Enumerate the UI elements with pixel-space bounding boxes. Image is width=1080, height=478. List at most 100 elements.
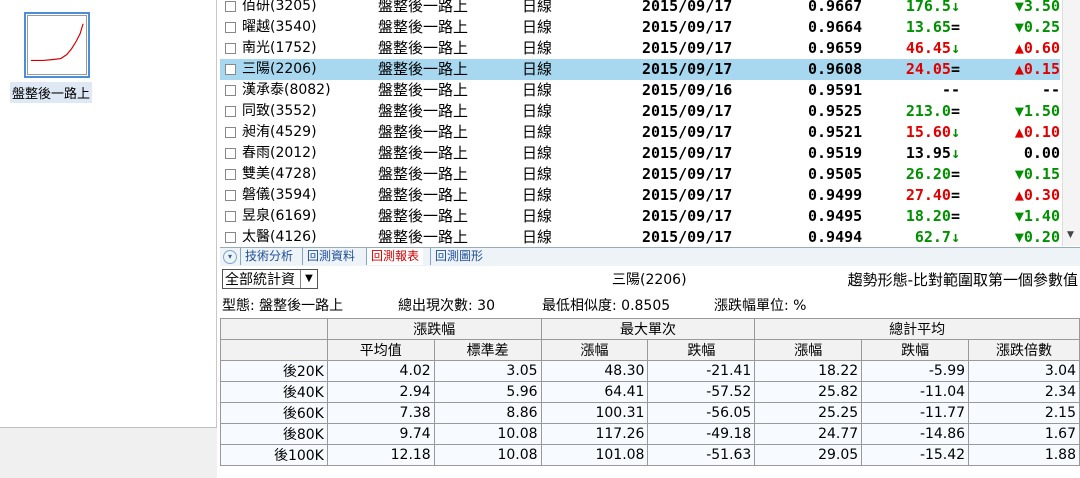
stock-row[interactable]: 雙美(4728) 盤整後一路上 日線 2015/09/17 0.9505 26.20= ▼0…: [220, 164, 1060, 185]
stock-row[interactable]: 漢承泰(8082) 盤整後一路上 日線 2015/09/16 0.9591 -- --: [220, 80, 1060, 101]
row-checkbox[interactable]: [225, 232, 236, 243]
period: 日線: [522, 39, 553, 57]
table-cell: -14.86: [861, 423, 970, 445]
stock-row[interactable]: 三陽(2206) 盤整後一路上 日線 2015/09/17 0.9608 24.05= ▲0…: [220, 59, 1060, 80]
sub-header: 跌幅: [861, 339, 970, 361]
row-label: 後20K: [220, 360, 328, 382]
similarity: 0.9591: [808, 81, 863, 99]
period: 日線: [522, 165, 553, 183]
similarity: 0.9525: [808, 102, 863, 120]
period: 日線: [522, 18, 553, 36]
table-cell: -11.77: [861, 402, 970, 424]
row-checkbox[interactable]: [225, 148, 236, 159]
table-cell: -21.41: [647, 360, 756, 382]
table-row: 後40K 2.94 5.96 64.41 -57.52 25.82 -11.04 2.34: [220, 381, 1080, 403]
similarity: 0.9667: [808, 0, 863, 15]
row-checkbox[interactable]: [225, 169, 236, 180]
similarity: 0.9505: [808, 165, 863, 183]
tab-backtest-chart[interactable]: 回測圖形: [430, 248, 487, 265]
table-cell: 64.41: [540, 381, 649, 403]
change-value: 0.30: [1023, 186, 1060, 204]
table-cell: -57.52: [647, 381, 756, 403]
price: --: [942, 80, 960, 101]
sub-header: 漲跌倍數: [968, 339, 1080, 361]
table-row: 後20K 4.02 3.05 48.30 -21.41 18.22 -5.99 3.04: [220, 360, 1080, 382]
tab-backtest-report[interactable]: 回測報表: [366, 248, 424, 265]
similarity: 0.9519: [808, 144, 863, 162]
stock-name: 磐儀(3594): [242, 187, 317, 203]
table-cell: 18.22: [754, 360, 863, 382]
table-cell: 10.08: [433, 444, 542, 466]
row-checkbox[interactable]: [225, 106, 236, 117]
statistics-table: 漲跌幅 最大單次 總計平均 平均值 標準差 漲幅 跌幅 漲幅 跌幅 漲跌倍數 後…: [220, 318, 1080, 466]
similarity: 0.9499: [808, 186, 863, 204]
match-date: 2015/09/17: [642, 165, 733, 183]
stock-row[interactable]: 同致(3552) 盤整後一路上 日線 2015/09/17 0.9525 213.0= ▼1…: [220, 101, 1060, 122]
pattern-name-label[interactable]: 盤整後一路上: [10, 82, 93, 103]
period: 日線: [522, 81, 553, 99]
row-checkbox[interactable]: [225, 1, 236, 12]
stock-result-list[interactable]: 佰研(3205) 盤整後一路上 日線 2015/09/17 0.9667 176.5↓ ▼3…: [220, 0, 1060, 246]
pattern-name: 盤整後一路上: [378, 39, 469, 57]
tab-technical-analysis[interactable]: 技術分析: [240, 248, 297, 265]
list-scrollbar[interactable]: ▼: [1062, 0, 1080, 246]
stock-row[interactable]: 昶洧(4529) 盤整後一路上 日線 2015/09/17 0.9521 15.60↓ ▲0…: [220, 122, 1060, 143]
price-arrow-icon: =: [950, 60, 960, 78]
table-row: 後80K 9.74 10.08 117.26 -49.18 24.77 -14.86 1.67: [220, 423, 1080, 445]
row-checkbox[interactable]: [225, 43, 236, 54]
stock-row[interactable]: 磐儀(3594) 盤整後一路上 日線 2015/09/17 0.9499 27.40= ▲0…: [220, 185, 1060, 206]
match-date: 2015/09/17: [642, 39, 733, 57]
price: 62.7↓: [915, 227, 960, 246]
table-cell: 1.67: [968, 423, 1080, 445]
stock-row[interactable]: 昱泉(6169) 盤整後一路上 日線 2015/09/17 0.9495 18.20= ▼1…: [220, 206, 1060, 227]
row-checkbox[interactable]: [225, 190, 236, 201]
change-arrow-icon: ▼: [1014, 207, 1024, 225]
chevron-down-icon[interactable]: ▼: [300, 270, 317, 288]
row-label: 後100K: [220, 444, 328, 466]
stock-row[interactable]: 太醫(4126) 盤整後一路上 日線 2015/09/17 0.9494 62.7↓ ▼0.…: [220, 227, 1060, 246]
stock-row[interactable]: 春雨(2012) 盤整後一路上 日線 2015/09/17 0.9519 13.95↓ 0.…: [220, 143, 1060, 164]
price-arrow-icon: ↓: [950, 144, 960, 162]
match-date: 2015/09/17: [642, 144, 733, 162]
scroll-down-icon[interactable]: ▼: [1067, 230, 1074, 240]
stock-row[interactable]: 佰研(3205) 盤整後一路上 日線 2015/09/17 0.9667 176.5↓ ▼3…: [220, 0, 1060, 17]
price-arrow-icon: =: [950, 186, 960, 204]
stock-name: 佰研(3205): [242, 0, 317, 14]
price-change: ▼0.25: [1015, 17, 1060, 38]
tab-backtest-data[interactable]: 回測資料: [302, 248, 359, 265]
match-date: 2015/09/17: [642, 186, 733, 204]
collapse-icon[interactable]: ▾: [223, 250, 237, 264]
price-arrow-icon: ↓: [950, 0, 960, 15]
backtest-report: 全部統計資 ▼ 三陽(2206) 趨勢形態-比對範圍取第一個參數值 型態: 盤整…: [220, 266, 1080, 477]
row-label: 後40K: [220, 381, 328, 403]
table-cell: 3.05: [433, 360, 542, 382]
period: 日線: [522, 186, 553, 204]
row-checkbox[interactable]: [225, 64, 236, 75]
stock-name: 同致(3552): [242, 103, 317, 119]
price-arrow-icon: =: [950, 207, 960, 225]
row-checkbox[interactable]: [225, 127, 236, 138]
left-bottom-panel: [0, 427, 217, 478]
price: 213.0=: [906, 101, 960, 122]
table-cell: 8.86: [433, 402, 542, 424]
statistics-select[interactable]: 全部統計資 ▼: [222, 269, 318, 289]
price-value: 13.95: [905, 144, 951, 162]
table-cell: 2.34: [968, 381, 1080, 403]
pattern-info: 型態: 盤整後一路上: [222, 298, 344, 314]
price: 27.40=: [906, 185, 960, 206]
similarity: 0.9664: [808, 18, 863, 36]
row-checkbox[interactable]: [225, 22, 236, 33]
match-date: 2015/09/17: [642, 123, 733, 141]
stock-name: 太醫(4126): [242, 229, 317, 245]
stock-row[interactable]: 曜越(3540) 盤整後一路上 日線 2015/09/17 0.9664 13.65= ▼0…: [220, 17, 1060, 38]
price-change: ▼0.15: [1015, 164, 1060, 185]
row-checkbox[interactable]: [225, 85, 236, 96]
table-cell: -51.63: [647, 444, 756, 466]
tab-bar: ▾ 技術分析 回測資料 回測報表 回測圖形: [220, 247, 1080, 267]
stock-name: 南光(1752): [242, 40, 317, 56]
row-label: 後60K: [220, 402, 328, 424]
stock-row[interactable]: 南光(1752) 盤整後一路上 日線 2015/09/17 0.9659 46.45↓ ▲0…: [220, 38, 1060, 59]
pattern-thumbnail[interactable]: [24, 12, 90, 78]
row-checkbox[interactable]: [225, 211, 236, 222]
table-cell: 3.04: [968, 360, 1080, 382]
